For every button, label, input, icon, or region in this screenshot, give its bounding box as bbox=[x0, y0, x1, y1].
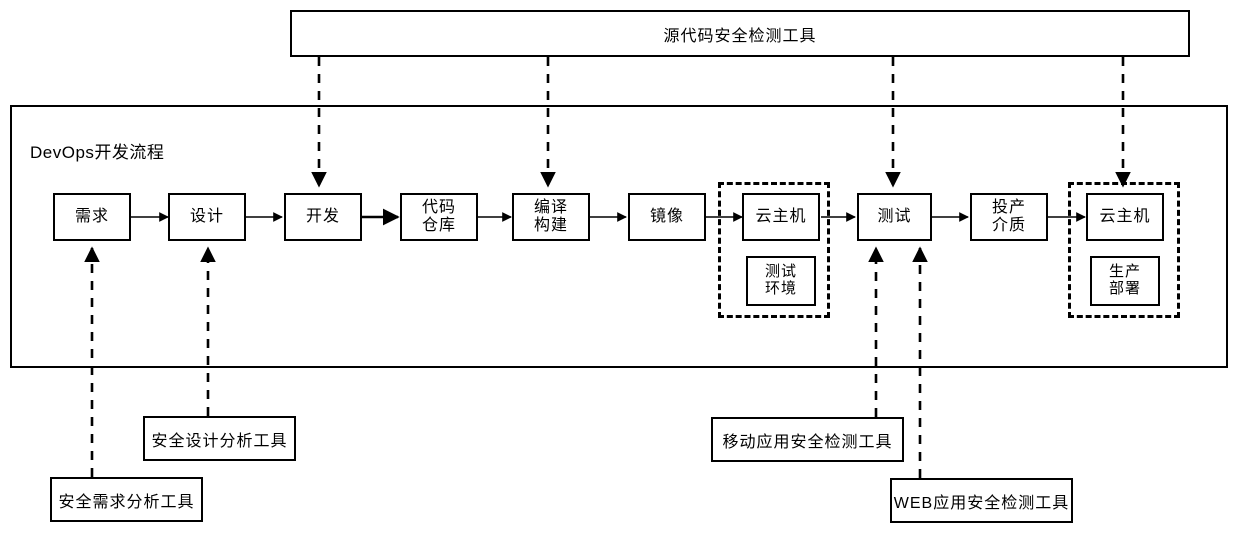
stage-cloud-host-test-label: 云主机 bbox=[755, 208, 807, 226]
stage-cloud-host-test[interactable]: 云主机 bbox=[742, 193, 820, 241]
stage-code-repository-label-line2: 仓库 bbox=[421, 217, 456, 234]
stage-test-environment-label-line1: 测试 bbox=[764, 263, 797, 281]
source-code-tool-box: 源代码安全检测工具 bbox=[290, 10, 1190, 57]
stage-cloud-host-prod-label: 云主机 bbox=[1099, 208, 1151, 226]
stage-test[interactable]: 测试 bbox=[857, 193, 932, 241]
web-app-tool-box: WEB应用安全检测工具 bbox=[890, 478, 1073, 523]
security-requirement-tool-label: 安全需求分析工具 bbox=[58, 493, 195, 511]
stage-design-label: 设计 bbox=[189, 208, 224, 226]
stage-development[interactable]: 开发 bbox=[284, 193, 362, 241]
stage-image[interactable]: 镜像 bbox=[628, 193, 706, 241]
stage-compile-build-label-line1: 编译 bbox=[533, 199, 568, 217]
security-design-tool-box: 安全设计分析工具 bbox=[143, 416, 296, 461]
stage-test-label: 测试 bbox=[877, 208, 912, 226]
stage-release-media-label-line1: 投产 bbox=[991, 199, 1026, 217]
stage-development-label: 开发 bbox=[305, 208, 340, 226]
stage-release-media-label-line2: 介质 bbox=[991, 217, 1026, 234]
source-code-tool-label: 源代码安全检测工具 bbox=[663, 27, 817, 45]
stage-production-deployment-label-line2: 部署 bbox=[1108, 280, 1141, 297]
stage-code-repository[interactable]: 代码 仓库 bbox=[400, 193, 478, 241]
diagram-canvas: 源代码安全检测工具 DevOps开发流程 需求 设计 开发 代码 仓库 编译 构… bbox=[0, 0, 1239, 534]
stage-requirement-label: 需求 bbox=[74, 208, 109, 226]
stage-code-repository-label-line1: 代码 bbox=[421, 199, 456, 217]
stage-production-deployment[interactable]: 生产 部署 bbox=[1090, 256, 1160, 306]
stage-requirement[interactable]: 需求 bbox=[53, 193, 131, 241]
mobile-app-tool-label: 移动应用安全检测工具 bbox=[722, 433, 893, 451]
stage-design[interactable]: 设计 bbox=[168, 193, 246, 241]
stage-test-environment-label-line2: 环境 bbox=[764, 280, 797, 297]
stage-image-label: 镜像 bbox=[649, 208, 684, 226]
stage-cloud-host-prod[interactable]: 云主机 bbox=[1086, 193, 1164, 241]
stage-compile-build[interactable]: 编译 构建 bbox=[512, 193, 590, 241]
stage-production-deployment-label-line1: 生产 bbox=[1108, 263, 1141, 281]
web-app-tool-label: WEB应用安全检测工具 bbox=[893, 494, 1070, 512]
devops-frame-title: DevOps开发流程 bbox=[30, 143, 165, 162]
stage-test-environment[interactable]: 测试 环境 bbox=[746, 256, 816, 306]
security-requirement-tool-box: 安全需求分析工具 bbox=[50, 477, 203, 522]
stage-compile-build-label-line2: 构建 bbox=[533, 217, 568, 234]
stage-release-media[interactable]: 投产 介质 bbox=[970, 193, 1048, 241]
mobile-app-tool-box: 移动应用安全检测工具 bbox=[711, 417, 904, 462]
security-design-tool-label: 安全设计分析工具 bbox=[151, 432, 288, 450]
